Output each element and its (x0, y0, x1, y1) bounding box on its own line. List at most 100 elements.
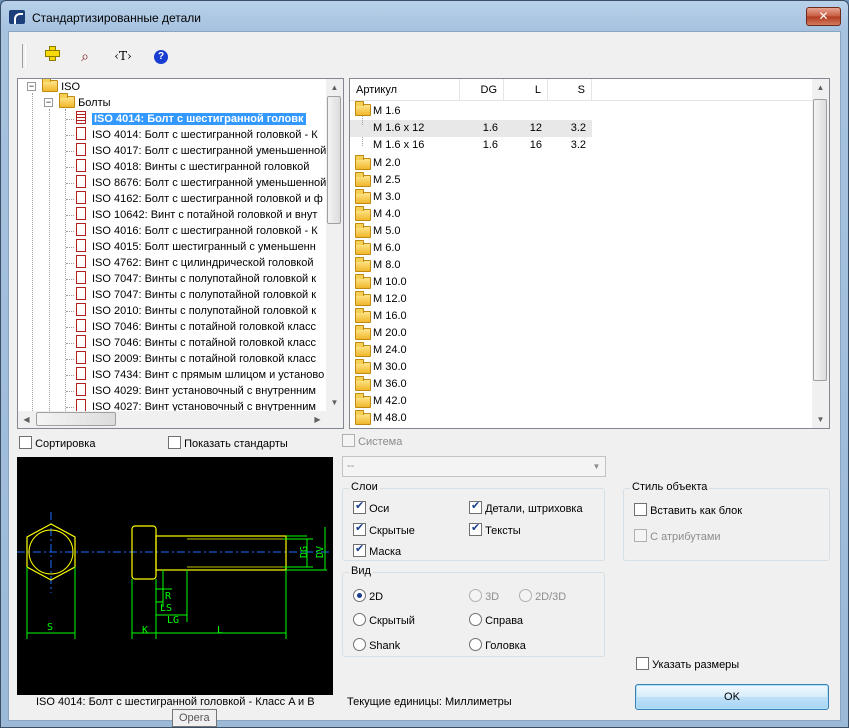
tree-item[interactable]: ISO 4017: Болт с шестигранной уменьшенно… (66, 143, 326, 159)
radio[interactable] (469, 589, 482, 602)
system-combobox[interactable]: -- ▼ (342, 456, 606, 477)
tree-item[interactable]: ISO 4016: Болт с шестигранной головкой -… (66, 223, 318, 239)
scroll-left-icon[interactable]: ◀ (18, 411, 35, 428)
help-button[interactable]: ? (150, 46, 172, 66)
sort-checkbox[interactable]: Сортировка (19, 436, 95, 450)
insert-block-checkbox[interactable]: Вставить как блок (634, 503, 742, 517)
layer-hidden-checkbox[interactable]: Скрытые (353, 521, 415, 537)
grid-folder-row[interactable]: M 12.0 (350, 291, 550, 308)
title-bar[interactable]: Стандартизированные детали ✕ (1, 1, 848, 31)
tree-item[interactable]: ISO 4018: Винты с шестигранной головкой (66, 159, 309, 175)
with-attributes-checkbox[interactable]: С атрибутами (634, 529, 721, 543)
grid-folder-row[interactable]: M 4.0 (350, 206, 550, 223)
view-2d3d-radio[interactable]: 2D/3D (519, 589, 566, 603)
tree-item[interactable]: ISO 4027: Винт установочный с внутренним (66, 399, 316, 411)
grid-row[interactable]: M 1.6 x 12 1.6 12 3.2 (350, 116, 592, 137)
scroll-up-icon[interactable]: ▲ (326, 79, 343, 96)
view-hidden-radio[interactable]: Скрытый (353, 613, 415, 627)
column-header-s[interactable]: S (548, 79, 592, 101)
grid-folder-row[interactable]: M 24.0 (350, 342, 550, 359)
view-3d-radio[interactable]: 3D (469, 589, 499, 603)
system-checkbox[interactable]: Система (342, 434, 402, 448)
radio[interactable] (469, 613, 482, 626)
grid-folder-row[interactable]: M 42.0 (350, 393, 550, 410)
checkbox[interactable] (19, 436, 32, 449)
scroll-thumb[interactable] (813, 99, 827, 381)
grid-folder-row[interactable]: M 5.0 (350, 223, 550, 240)
tree-item[interactable]: ISO 4029: Винт установочный с внутренним (66, 383, 316, 399)
scroll-thumb[interactable] (327, 96, 341, 224)
layer-axes-checkbox[interactable]: Оси (353, 499, 389, 515)
checkbox[interactable] (469, 499, 482, 514)
tree-item[interactable]: ISO 2009: Винты с потайной головкой клас… (66, 351, 316, 367)
tree-item[interactable]: ISO 4162: Болт с шестигранной головкой и… (66, 191, 323, 207)
tree-item[interactable]: ISO 2010: Винты с полупотайной головкой … (66, 303, 316, 319)
grid-vertical-scrollbar[interactable]: ▲ ▼ (812, 79, 829, 428)
tree-vertical-scrollbar[interactable]: ▲ ▼ (326, 79, 343, 428)
checkbox[interactable] (353, 542, 366, 557)
grid-folder-row[interactable]: M 20.0 (350, 325, 550, 342)
grid-folder-row[interactable]: M 48.0 (350, 410, 550, 427)
layer-mask-checkbox[interactable]: Маска (353, 542, 401, 558)
view-shank-radio[interactable]: Shank (353, 638, 400, 652)
view-2d-radio[interactable]: 2D (353, 589, 383, 603)
grid-folder-row[interactable]: M 36.0 (350, 376, 550, 393)
tree-item[interactable]: ISO 7047: Винты с полупотайной головкой … (66, 287, 316, 303)
scroll-down-icon[interactable]: ▼ (326, 394, 343, 411)
tree-item[interactable]: ISO 4014: Болт с шестигранной головк (66, 111, 306, 127)
grid-folder-row[interactable]: M 2.0 (350, 155, 550, 172)
grid-folder-row[interactable]: M 1.6 (350, 101, 600, 120)
parts-grid[interactable]: Артикул DG L S M 1.6 M 1.6 x 12 1.6 12 3.2 M… (349, 78, 830, 429)
tree-item[interactable]: ISO 4015: Болт шестигранный с уменьшенн (66, 239, 316, 255)
grid-folder-row[interactable]: M 10.0 (350, 274, 550, 291)
view-head-radio[interactable]: Головка (469, 638, 526, 652)
add-button[interactable] (40, 46, 62, 66)
radio[interactable] (519, 589, 532, 602)
grid-folder-row[interactable]: M 16.0 (350, 308, 550, 325)
scroll-thumb[interactable] (36, 412, 116, 426)
text-button[interactable]: ‹T› (112, 46, 134, 66)
toolbar-grip[interactable] (22, 44, 26, 68)
checkbox[interactable] (353, 499, 366, 514)
checkbox[interactable] (634, 503, 647, 516)
ok-button[interactable]: OK (635, 684, 829, 710)
tree-item[interactable]: ISO 7047: Винты с полупотайной головкой … (66, 271, 316, 287)
tree-item[interactable]: ISO 8676: Болт с шестигранной уменьшенно… (66, 175, 326, 191)
scroll-down-icon[interactable]: ▼ (812, 411, 829, 428)
checkbox[interactable] (636, 657, 649, 670)
layer-details-checkbox[interactable]: Детали, штриховка (469, 499, 583, 515)
radio[interactable] (353, 613, 366, 626)
grid-row[interactable]: M 1.6 x 16 1.6 16 3.2 (350, 137, 592, 154)
view-right-radio[interactable]: Справа (469, 613, 523, 627)
checkbox[interactable] (168, 436, 181, 449)
checkbox[interactable] (469, 521, 482, 536)
tree-horizontal-scrollbar[interactable]: ◀ ▶ (18, 411, 326, 428)
grid-folder-row[interactable]: M 2.5 (350, 172, 550, 189)
collapse-toggle[interactable]: − (27, 82, 36, 91)
standards-tree[interactable]: − ISO − Болты ISO 4014: Болт с шестигран… (17, 78, 344, 429)
checkbox[interactable] (353, 521, 366, 536)
column-header-dg[interactable]: DG (460, 79, 504, 101)
tree-item[interactable]: ISO 4762: Винт с цилиндрической головкой (66, 255, 314, 271)
close-button[interactable]: ✕ (806, 7, 841, 26)
checkbox[interactable] (634, 529, 647, 542)
tree-item[interactable]: ISO 7046: Винты с потайной головкой клас… (66, 319, 316, 335)
radio[interactable] (353, 589, 366, 602)
tree-item[interactable]: ISO 4014: Болт с шестигранной головкой -… (66, 127, 318, 143)
scroll-right-icon[interactable]: ▶ (309, 411, 326, 428)
grid-folder-row[interactable]: M 8.0 (350, 257, 550, 274)
grid-folder-row[interactable]: M 6.0 (350, 240, 550, 257)
find-button[interactable]: ⌕ (74, 46, 96, 66)
tree-item[interactable]: ISO 7046: Винты с потайной головкой клас… (66, 335, 316, 351)
grid-folder-row[interactable]: M 3.0 (350, 189, 550, 206)
checkbox[interactable] (342, 434, 355, 447)
chevron-down-icon[interactable]: ▼ (588, 457, 605, 476)
layer-texts-checkbox[interactable]: Тексты (469, 521, 521, 537)
grid-folder-row[interactable]: M 30.0 (350, 359, 550, 376)
scroll-up-icon[interactable]: ▲ (812, 79, 829, 96)
tree-item[interactable]: ISO 7434: Винт с прямым шлицом и установ… (66, 367, 324, 383)
column-header-l[interactable]: L (504, 79, 548, 101)
column-header-article[interactable]: Артикул (350, 79, 460, 101)
specify-sizes-checkbox[interactable]: Указать размеры (636, 657, 739, 671)
radio[interactable] (353, 638, 366, 651)
